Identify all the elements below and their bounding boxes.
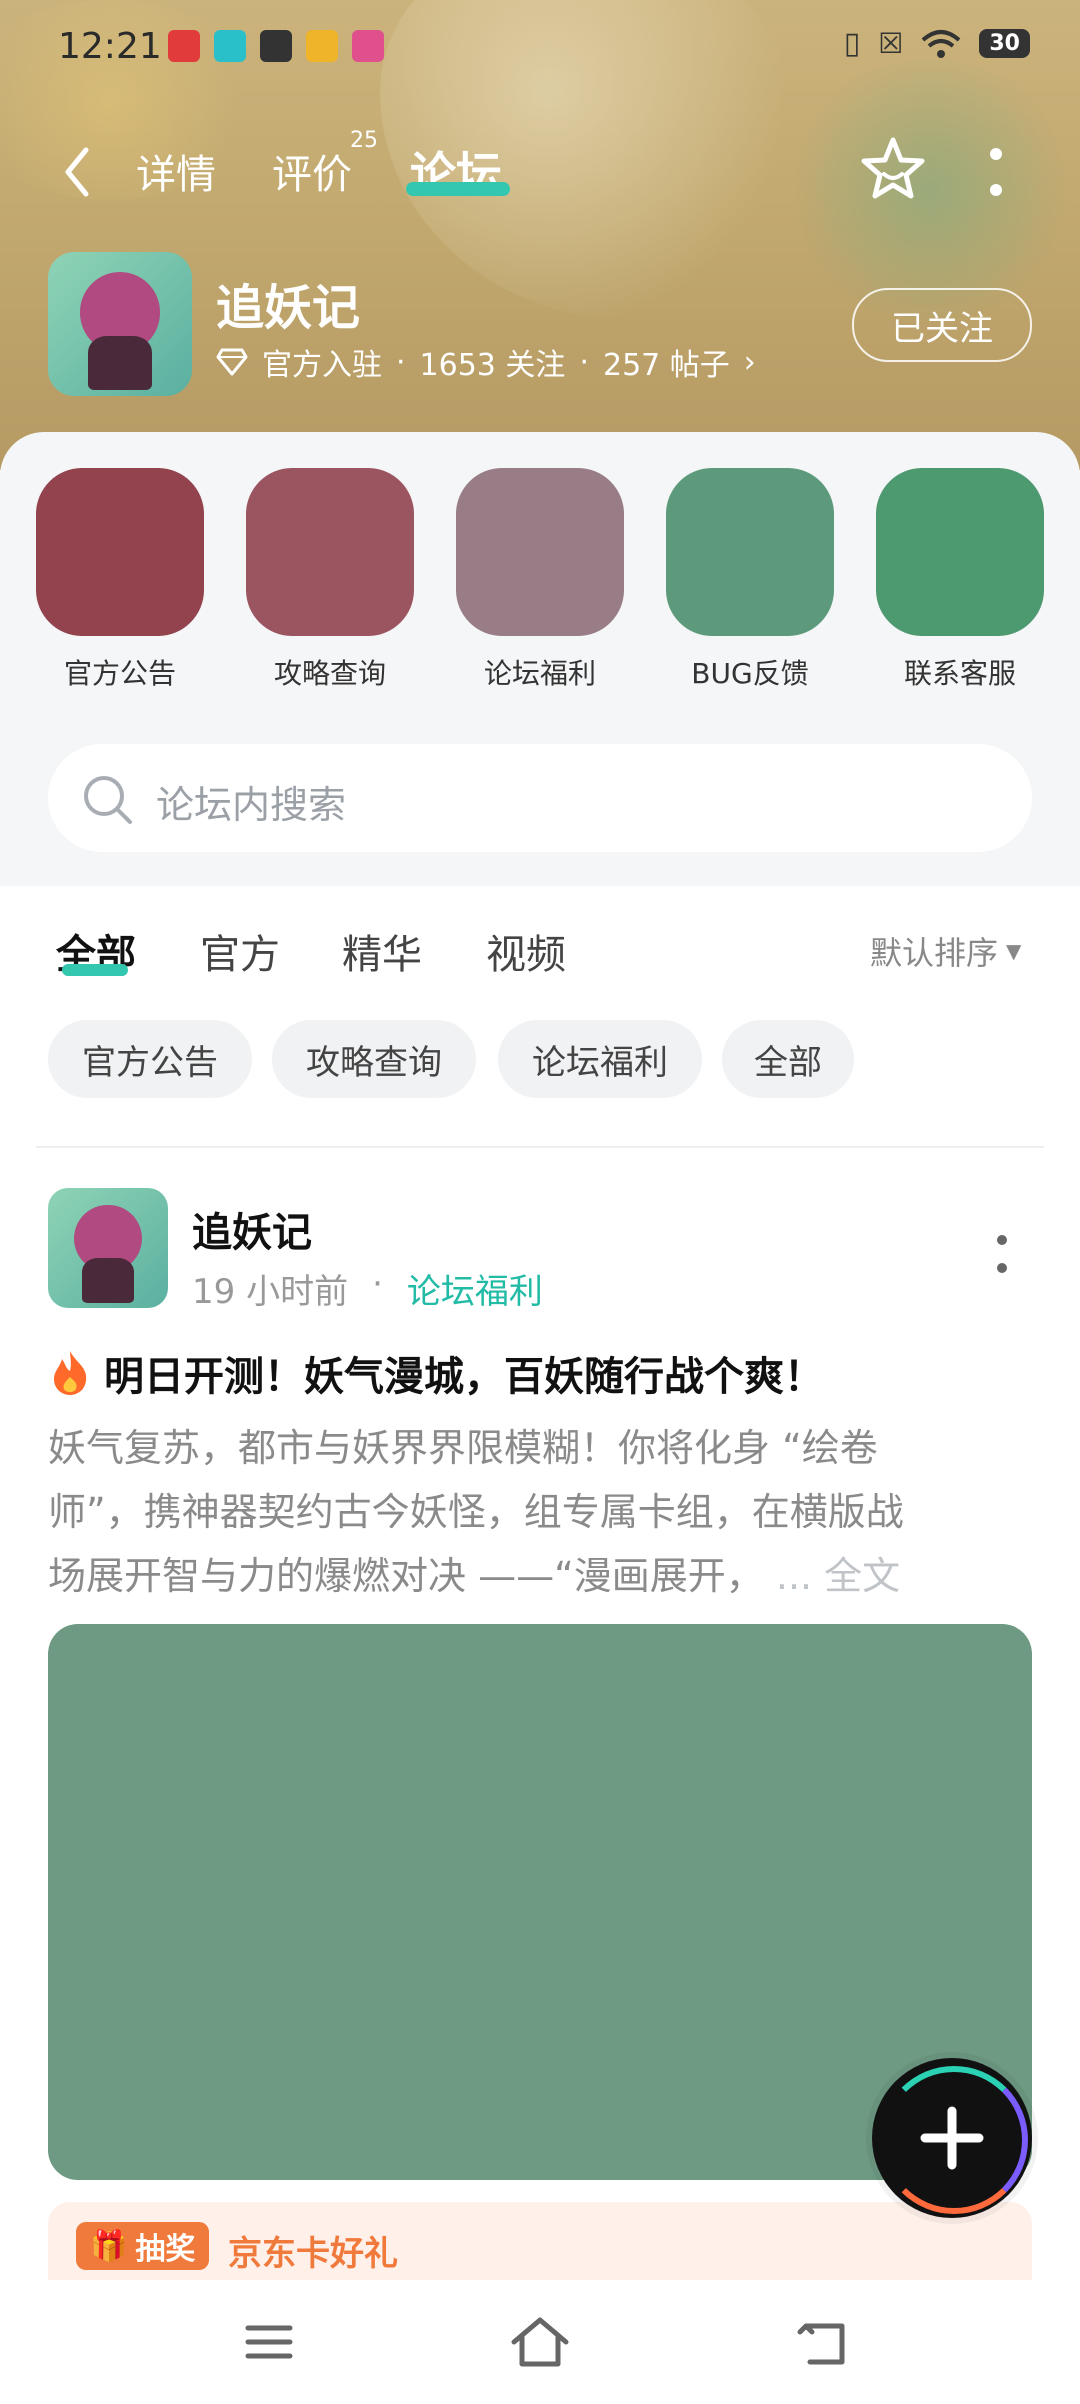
app-notif-icon [168,30,200,62]
top-notif-icon [214,30,246,62]
posts-count[interactable]: 257 帖子 [603,340,730,384]
tab-details[interactable]: 详情 [136,142,216,200]
post-more-icon[interactable] [992,1232,1012,1276]
search-icon [84,776,132,824]
status-bar: 12:21 ▯ ☒ 30 [0,0,1080,96]
filter-tab-official[interactable]: 官方 [200,922,280,980]
gift-icon: 🎁 [90,2228,128,2264]
excerpt-line: 师”，携神器契约古今妖怪，组专属卡组，在横版战 [48,1490,904,1534]
home-icon[interactable] [508,2314,572,2370]
quick-link-guides[interactable]: 攻略查询 [246,468,414,692]
filter-tab-featured[interactable]: 精华 [342,922,422,980]
game-icon[interactable] [48,252,192,396]
caret-down-icon: ▼ [1006,939,1022,963]
post-category[interactable]: 论坛福利 [407,1264,543,1313]
search-placeholder: 论坛内搜索 [156,783,347,827]
search-input[interactable]: 论坛内搜索 [48,744,1032,852]
quick-link-benefits[interactable]: 论坛福利 [456,468,624,692]
chip-all[interactable]: 全部 [722,1020,854,1098]
reviews-count-badge: 25 [350,128,378,153]
bug-report-icon [666,468,834,636]
post-title-row[interactable]: 明日开测！妖气漫城，百妖随行战个爽！ [48,1344,824,1402]
active-tab-indicator [406,182,510,196]
sim-icon: ☒ [878,27,904,60]
guides-icon [246,468,414,636]
star-outline-icon[interactable] [858,134,928,204]
post-excerpt[interactable]: 妖气复苏，都市与妖界界限模糊！你将化身 “绘卷 师”，携神器契约古今妖怪，组专属… [48,1416,1038,1608]
post-title: 明日开测！妖气漫城，百妖随行战个爽！ [104,1354,824,1400]
quick-link-label: 官方公告 [63,657,176,690]
post-meta: 19 小时前 · 论坛福利 [192,1264,543,1313]
menu-icon[interactable] [244,2322,294,2362]
quick-link-label: 联系客服 [903,657,1016,690]
excerpt-line: 场展开智与力的爆燃对决 ——“漫画展开， [48,1554,776,1598]
chip-guides[interactable]: 攻略查询 [272,1020,476,1098]
followers-count: 1653 关注 [419,348,566,383]
fire-icon [54,1351,87,1395]
quick-link-label: 攻略查询 [273,657,386,690]
benefits-icon [456,468,624,636]
excerpt-line: 妖气复苏，都市与妖界界限模糊！你将化身 “绘卷 [48,1426,878,1470]
chip-benefits[interactable]: 论坛福利 [498,1020,702,1098]
weibo-notif-icon [306,30,338,62]
chat-notif-icon [260,30,292,62]
chip-announcements[interactable]: 官方公告 [48,1020,252,1098]
status-time: 12:21 [58,26,162,67]
lottery-badge: 🎁 抽奖 [76,2222,210,2270]
back-icon[interactable] [796,2318,852,2368]
quick-link-label: BUG反馈 [691,657,809,690]
lottery-badge-label: 抽奖 [135,2232,196,2267]
diamond-icon [216,348,248,376]
chevron-right-icon: › [743,344,756,380]
top-navigation: 详情 评价 25 论坛 [0,120,1080,220]
post-author[interactable]: 追妖记 [192,1200,312,1258]
game-meta: 官方入驻 · 1653 关注 · 257 帖子 › [216,340,756,384]
vibrate-icon: ▯ [843,26,861,61]
quick-link-support[interactable]: 联系客服 [876,468,1044,692]
more-vertical-icon[interactable] [984,142,1008,202]
filter-tab-video[interactable]: 视频 [486,922,566,980]
promo-text: 京东卡好礼 [228,2234,398,2274]
wifi-icon [922,29,961,58]
read-more-link[interactable]: ... 全文 [776,1554,900,1598]
filter-tab-indicator [62,964,128,976]
divider [36,1146,1044,1148]
chevron-left-icon[interactable] [62,146,92,198]
follow-button[interactable]: 已关注 [852,288,1032,362]
announcements-icon [36,468,204,636]
sort-dropdown[interactable]: 默认排序 ▼ [870,928,1021,974]
support-icon [876,468,1044,636]
quick-link-announcements[interactable]: 官方公告 [36,468,204,692]
author-avatar[interactable] [48,1188,168,1308]
game-name: 追妖记 [216,280,361,336]
quick-link-bug-report[interactable]: BUG反馈 [666,468,834,692]
video-notif-icon [352,30,384,62]
post-time: 19 小时前 [192,1272,349,1312]
sort-label: 默认排序 [870,934,999,972]
official-label: 官方入驻 [262,348,382,383]
create-post-button[interactable] [872,2058,1032,2218]
quick-link-label: 论坛福利 [483,657,596,690]
battery-indicator: 30 [979,29,1030,58]
tab-reviews[interactable]: 评价 [272,142,352,200]
system-navigation-bar [0,2280,1080,2404]
